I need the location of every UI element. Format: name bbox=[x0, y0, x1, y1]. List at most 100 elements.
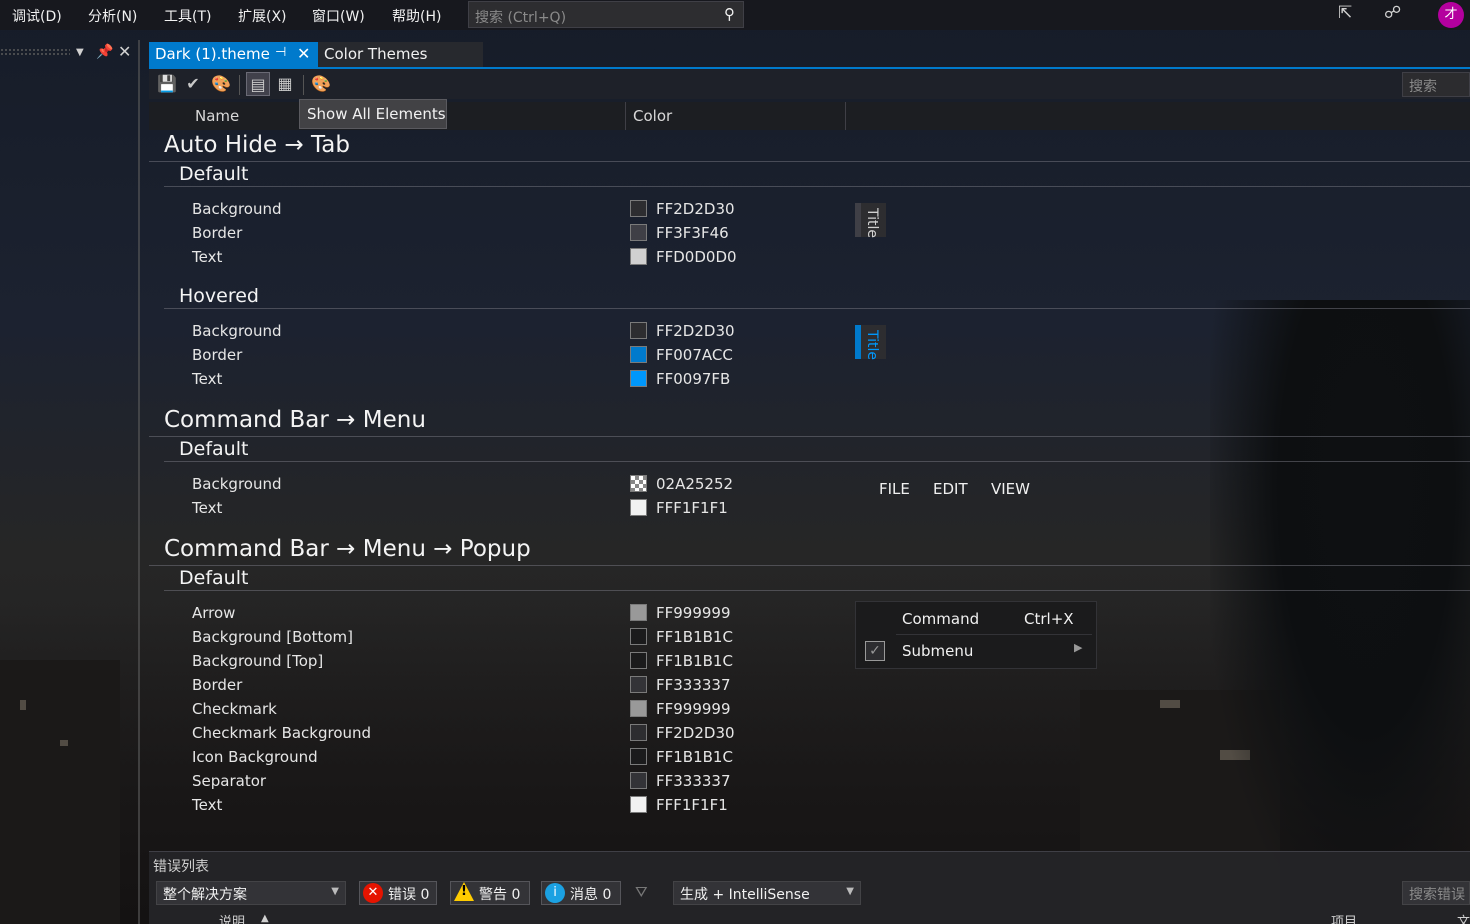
menu-tools[interactable]: 工具(T) bbox=[164, 6, 211, 26]
element-name[interactable]: Checkmark bbox=[192, 700, 277, 718]
color-swatch[interactable] bbox=[630, 604, 647, 621]
column-description[interactable]: 说明 bbox=[219, 911, 245, 924]
element-name[interactable]: Background [Top] bbox=[192, 652, 323, 670]
color-hex[interactable]: FF333337 bbox=[656, 772, 731, 790]
share-icon[interactable]: ⇱ bbox=[1338, 3, 1352, 23]
color-swatch[interactable] bbox=[630, 628, 647, 645]
element-name[interactable]: Text bbox=[192, 499, 222, 517]
color-swatch[interactable] bbox=[630, 652, 647, 669]
element-name[interactable]: Text bbox=[192, 796, 222, 814]
color-swatch[interactable] bbox=[630, 224, 647, 241]
color-hex[interactable]: FF3F3F46 bbox=[656, 224, 729, 242]
color-swatch[interactable] bbox=[630, 200, 647, 217]
color-hex[interactable]: FF1B1B1C bbox=[656, 628, 733, 646]
color-swatch[interactable] bbox=[630, 748, 647, 765]
color-swatch[interactable] bbox=[630, 322, 647, 339]
section-title[interactable]: Command Bar → Menu → Popup bbox=[164, 536, 531, 562]
tab-dark-theme[interactable]: Dark (1).theme ⊣ ✕ bbox=[149, 42, 318, 68]
column-divider[interactable] bbox=[845, 102, 846, 130]
element-name[interactable]: Text bbox=[192, 248, 222, 266]
element-name[interactable]: Border bbox=[192, 676, 242, 694]
error-list-title[interactable]: 错误列表 bbox=[153, 856, 209, 876]
color-hex[interactable]: FFF1F1F1 bbox=[656, 499, 728, 517]
menu-extensions[interactable]: 扩展(X) bbox=[238, 6, 287, 26]
element-search-input[interactable]: 搜索 bbox=[1402, 72, 1470, 97]
error-search-input[interactable]: 搜索错误 bbox=[1402, 881, 1470, 905]
menu-debug[interactable]: 调试(D) bbox=[12, 6, 62, 26]
color-hex[interactable]: FF0097FB bbox=[656, 370, 730, 388]
color-hex[interactable]: FFF1F1F1 bbox=[656, 796, 728, 814]
errors-count: 错误 0 bbox=[388, 887, 430, 903]
color-swatch[interactable] bbox=[630, 499, 647, 516]
menu-window[interactable]: 窗口(W) bbox=[312, 6, 365, 26]
section-title[interactable]: Command Bar → Menu bbox=[164, 407, 426, 433]
color-swatch[interactable] bbox=[630, 796, 647, 813]
menu-analyze[interactable]: 分析(N) bbox=[88, 6, 137, 26]
close-icon[interactable]: ✕ bbox=[118, 42, 131, 61]
menu-help[interactable]: 帮助(H) bbox=[392, 6, 441, 26]
column-divider[interactable] bbox=[625, 102, 626, 130]
element-name[interactable]: Background [Bottom] bbox=[192, 628, 353, 646]
build-source-dropdown[interactable]: 生成 + IntelliSense ▼ bbox=[673, 881, 861, 905]
group-title[interactable]: Default bbox=[179, 163, 248, 185]
element-name[interactable]: Text bbox=[192, 370, 222, 388]
element-name[interactable]: Separator bbox=[192, 772, 266, 790]
scope-dropdown[interactable]: 整个解决方案 ▼ bbox=[156, 881, 346, 905]
color-hex[interactable]: FF2D2D30 bbox=[656, 200, 735, 218]
group-title[interactable]: Default bbox=[179, 438, 248, 460]
color-hex[interactable]: FFD0D0D0 bbox=[656, 248, 737, 266]
element-name[interactable]: Background bbox=[192, 475, 282, 493]
element-name[interactable]: Border bbox=[192, 346, 242, 364]
color-hex[interactable]: 02A25252 bbox=[656, 475, 733, 493]
dropdown-icon[interactable]: ▼ bbox=[76, 47, 84, 58]
column-project[interactable]: 项目 bbox=[1331, 911, 1357, 924]
element-name[interactable]: Background bbox=[192, 322, 282, 340]
quick-launch-search[interactable]: 搜索 (Ctrl+Q) ⚲ bbox=[468, 1, 744, 28]
element-name[interactable]: Icon Background bbox=[192, 748, 318, 766]
element-name[interactable]: Arrow bbox=[192, 604, 235, 622]
color-swatch[interactable] bbox=[630, 346, 647, 363]
close-icon[interactable]: ✕ bbox=[297, 44, 310, 63]
color-swatch[interactable] bbox=[630, 700, 647, 717]
column-file[interactable]: 文 bbox=[1457, 911, 1470, 924]
section-title[interactable]: Auto Hide → Tab bbox=[164, 132, 350, 158]
color-swatch[interactable] bbox=[630, 370, 647, 387]
color-swatch[interactable] bbox=[630, 772, 647, 789]
color-swatch[interactable] bbox=[630, 676, 647, 693]
element-name[interactable]: Checkmark Background bbox=[192, 724, 371, 742]
tab-color-themes[interactable]: Color Themes bbox=[318, 42, 483, 68]
pin-icon[interactable]: ⊣ bbox=[275, 45, 286, 60]
color-hex[interactable]: FF333337 bbox=[656, 676, 731, 694]
color-hex[interactable]: FF1B1B1C bbox=[656, 748, 733, 766]
color-hex[interactable]: FF007ACC bbox=[656, 346, 733, 364]
palette-icon[interactable]: 🎨 bbox=[209, 72, 233, 96]
error-icon: ✕ bbox=[363, 883, 383, 903]
avatar[interactable]: 才 bbox=[1438, 2, 1464, 28]
element-name[interactable]: Border bbox=[192, 224, 242, 242]
color-hex[interactable]: FF1B1B1C bbox=[656, 652, 733, 670]
messages-filter-button[interactable]: i 消息 0 bbox=[541, 881, 621, 905]
group-title[interactable]: Default bbox=[179, 567, 248, 589]
color-swatch[interactable] bbox=[630, 475, 647, 492]
column-color[interactable]: Color bbox=[633, 107, 672, 125]
errors-filter-button[interactable]: ✕ 错误 0 bbox=[359, 881, 437, 905]
theme-palette-icon[interactable]: 🎨 bbox=[309, 72, 333, 96]
column-name[interactable]: Name bbox=[195, 107, 239, 125]
color-hex[interactable]: FF2D2D30 bbox=[656, 724, 735, 742]
color-swatch[interactable] bbox=[630, 248, 647, 265]
checkmark-icon[interactable]: ✔ bbox=[181, 72, 205, 96]
color-hex[interactable]: FF2D2D30 bbox=[656, 322, 735, 340]
color-hex[interactable]: FF999999 bbox=[656, 604, 731, 622]
filter-icon[interactable]: ⛛ bbox=[635, 883, 648, 901]
color-swatch[interactable] bbox=[630, 724, 647, 741]
warnings-filter-button[interactable]: ! 警告 0 bbox=[450, 881, 530, 905]
pin-icon[interactable]: 📌 bbox=[96, 44, 113, 60]
show-all-elements-icon[interactable]: ▤ bbox=[246, 72, 270, 96]
element-name[interactable]: Background bbox=[192, 200, 282, 218]
save-icon[interactable]: 💾 bbox=[155, 72, 179, 96]
color-hex[interactable]: FF999999 bbox=[656, 700, 731, 718]
feedback-icon[interactable]: ☍ bbox=[1384, 3, 1401, 23]
group-title[interactable]: Hovered bbox=[179, 285, 259, 307]
grip-handle[interactable] bbox=[0, 48, 70, 56]
show-common-elements-icon[interactable]: ▦ bbox=[273, 72, 297, 96]
